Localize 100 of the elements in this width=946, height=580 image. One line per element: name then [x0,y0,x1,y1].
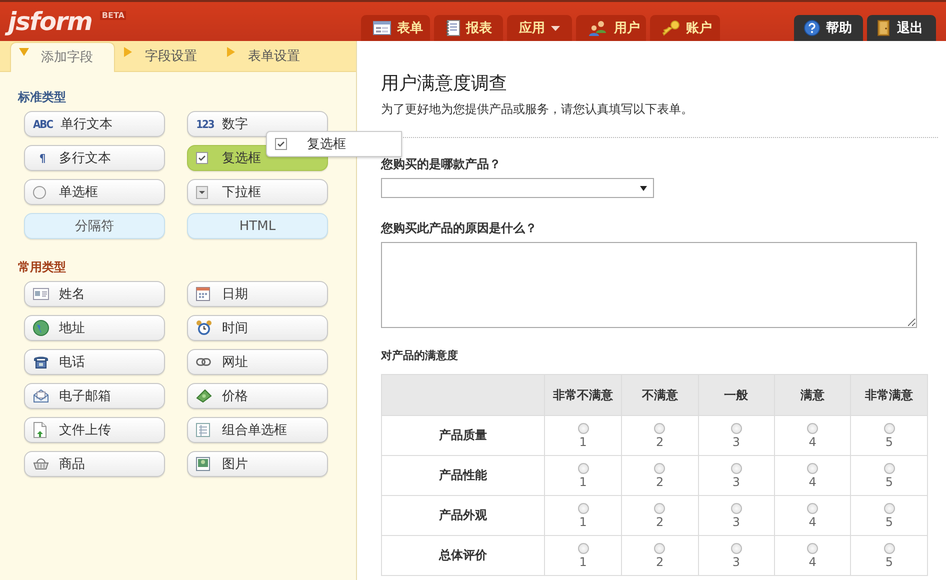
caret-icon [640,186,647,190]
nav-tab[interactable]: 报表 [434,15,503,41]
alarm-clock-icon [196,320,214,336]
rating-value: 1 [579,556,587,568]
product-dropdown[interactable] [381,178,654,198]
field-type-button[interactable]: 单选框 [24,179,165,205]
nav-tab[interactable]: 帮助 [794,15,863,41]
section-title: 常用类型 [17,259,67,276]
nav-tab[interactable]: 应用 [507,15,572,41]
rating-value: 2 [656,436,664,448]
rating-radio[interactable] [654,422,666,434]
field-type-button[interactable]: 价格 [187,383,328,409]
row-label: 产品外观 [382,496,545,536]
triangle-right-icon [226,47,236,57]
question-label: 您购买此产品的原因是什么？ [381,220,538,237]
field-type-button[interactable]: 电话 [24,349,165,375]
column-header: 满意 [774,374,851,416]
rating-value: 3 [732,556,740,568]
basket-icon [33,458,51,470]
rating-value: 1 [579,476,587,488]
rating-radio[interactable] [578,462,589,474]
question-label: 对产品的满意度 [381,348,459,363]
rating-value: 2 [656,516,664,528]
rating-value: 5 [885,436,893,448]
id-card-icon [33,288,51,300]
form-description: 为了更好地为您提供产品或服务，请您认真填写以下表单。 [381,101,938,138]
rating-radio[interactable] [807,502,818,514]
rating-radio[interactable] [807,542,818,554]
field-type-button[interactable]: 下拉框 [187,179,328,205]
panel-tab[interactable]: 添加字段 [10,42,115,72]
row-label: 总体评价 [382,536,545,576]
rating-radio[interactable] [730,542,742,554]
rating-value: 4 [808,556,816,568]
help-icon [804,20,820,36]
form-title: 用户满意度调查 [381,72,508,95]
rating-value: 5 [885,516,893,528]
nav-tab[interactable]: 账户 [650,15,720,41]
field-type-button[interactable]: 商品 [24,451,165,477]
rating-radio[interactable] [884,502,895,514]
rating-value: 3 [732,516,740,528]
field-type-button[interactable]: ABC 单行文本 [24,111,165,137]
notebook-icon [446,20,460,36]
banknote-icon [196,389,214,403]
rating-radio[interactable] [807,422,818,434]
rating-radio[interactable] [578,502,589,514]
caret-icon [551,26,560,30]
field-type-button[interactable]: 日期 [187,281,328,307]
rating-radio[interactable] [884,542,895,554]
rating-radio[interactable] [884,422,895,434]
field-type-button[interactable]: 电子邮箱 [24,383,165,409]
rating-radio[interactable] [578,422,589,434]
field-type-icon: ABC [33,118,52,130]
field-type-button[interactable]: 组合单选框 [187,417,328,443]
rating-radio[interactable] [654,462,666,474]
field-type-icon: ¶ [33,152,51,164]
field-type-button[interactable]: ¶ 多行文本 [24,145,165,171]
rating-radio[interactable] [807,462,818,474]
rating-radio[interactable] [730,422,742,434]
row-label: 产品性能 [382,456,545,496]
field-type-button[interactable]: 文件上传 [24,417,165,443]
rating-value: 4 [808,436,816,448]
rating-value: 1 [579,516,587,528]
rating-value: 3 [732,436,740,448]
panel-tab[interactable]: 字段设置 [115,43,218,71]
panel-tab[interactable]: 表单设置 [218,43,321,71]
answer-box[interactable] [381,242,917,328]
users-icon [588,20,608,36]
rating-value: 1 [579,436,587,448]
rating-value: 5 [885,556,893,568]
field-type-button[interactable]: 123 数字 [187,111,328,137]
rating-radio[interactable] [654,502,666,514]
field-type-button[interactable]: 图片 [187,451,328,477]
rating-value: 2 [656,556,664,568]
rating-value: 5 [885,476,893,488]
question-label: 您购买的是哪款产品？ [381,156,502,173]
rating-radio[interactable] [654,542,666,554]
rating-radio[interactable] [730,502,742,514]
rating-value: 4 [808,516,816,528]
field-type-button[interactable]: 姓名 [24,281,165,307]
rating-radio[interactable] [578,542,589,554]
column-header: 一般 [698,374,774,416]
globe-icon [33,320,51,336]
field-type-button[interactable]: 网址 [187,349,328,375]
rating-radio[interactable] [884,462,895,474]
nav-tab[interactable]: 用户 [576,15,646,41]
rating-radio[interactable] [730,462,742,474]
column-header: 非常满意 [850,374,928,416]
field-type-button[interactable]: HTML [187,213,328,239]
key-icon [662,20,680,36]
section-title: 标准类型 [16,89,67,106]
rating-value: 4 [808,476,816,488]
door-icon [877,20,891,36]
field-type-button[interactable]: 时间 [187,315,328,341]
envelope-icon [33,389,51,403]
form-icon [373,21,391,35]
field-type-button[interactable]: 分隔符 [24,213,165,239]
nav-tab[interactable]: 表单 [361,15,430,41]
field-type-button[interactable]: 地址 [24,315,165,341]
nav-tab[interactable]: 退出 [867,15,936,41]
triangle-right-icon [123,47,133,57]
